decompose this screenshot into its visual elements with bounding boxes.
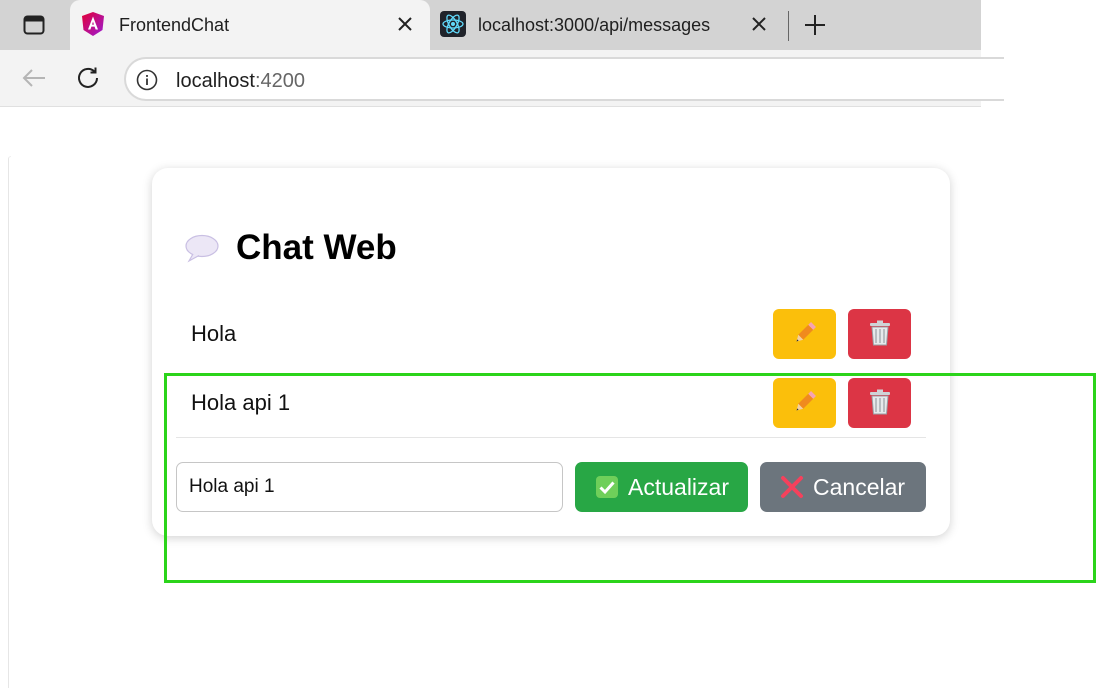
address-bar[interactable]: localhost:4200 (124, 57, 1004, 101)
tab-separator (788, 11, 789, 41)
reload-icon[interactable] (74, 64, 102, 92)
close-icon[interactable] (394, 13, 416, 35)
edit-button[interactable] (773, 309, 836, 359)
url-port: :4200 (254, 70, 305, 92)
page-edge (8, 156, 11, 688)
tab-title: FrontendChat (119, 15, 230, 35)
tab-api-messages[interactable]: localhost:3000/api/messages (432, 0, 784, 50)
angular-icon (80, 11, 106, 37)
back-arrow-icon[interactable] (20, 64, 48, 92)
sidebar-toggle-icon[interactable] (22, 13, 46, 37)
close-icon[interactable] (748, 13, 770, 35)
new-tab-plus-icon[interactable] (800, 10, 830, 40)
message-text: Hola (191, 321, 237, 346)
pencil-icon (791, 319, 819, 350)
tab-title: localhost:3000/api/messages (478, 15, 711, 35)
browser-toolbar: localhost:4200 (0, 50, 1004, 107)
page-title: Chat Web (236, 228, 397, 267)
info-icon[interactable] (136, 69, 158, 91)
delete-button[interactable] (848, 309, 911, 359)
url-text: localhost:4200 (176, 70, 305, 93)
chat-header: Chat Web (184, 228, 397, 268)
trash-icon (867, 319, 893, 350)
highlight-box (164, 373, 1096, 583)
message-row: Hola (176, 306, 926, 364)
url-host: localhost (176, 70, 255, 92)
tab-frontendchat[interactable]: FrontendChat (70, 0, 430, 50)
react-icon (440, 11, 466, 37)
browser-tabstrip: FrontendChat localhost:3000/api/messages (0, 0, 981, 50)
speech-bubble-icon (184, 233, 220, 263)
